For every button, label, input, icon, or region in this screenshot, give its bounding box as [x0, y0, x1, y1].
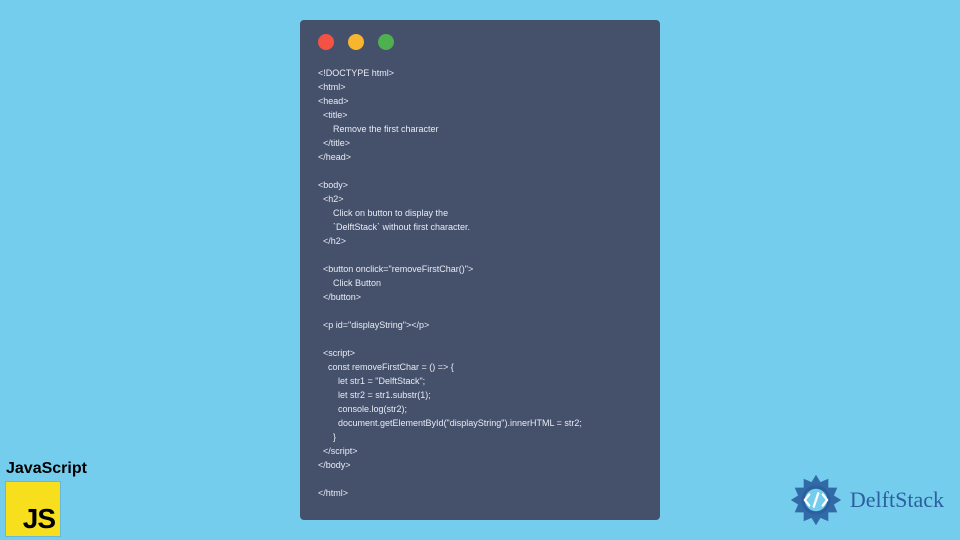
close-icon [318, 34, 334, 50]
delftstack-brand: DelftStack [788, 472, 944, 528]
javascript-logo-icon [6, 482, 60, 536]
delftstack-text: DelftStack [850, 487, 944, 513]
maximize-icon [378, 34, 394, 50]
javascript-badge: JavaScript [6, 460, 87, 536]
window-controls [318, 34, 642, 50]
delftstack-logo-icon [788, 472, 844, 528]
javascript-label: JavaScript [6, 460, 87, 478]
minimize-icon [348, 34, 364, 50]
code-window: <!DOCTYPE html> <html> <head> <title> Re… [300, 20, 660, 520]
code-block: <!DOCTYPE html> <html> <head> <title> Re… [318, 66, 642, 500]
